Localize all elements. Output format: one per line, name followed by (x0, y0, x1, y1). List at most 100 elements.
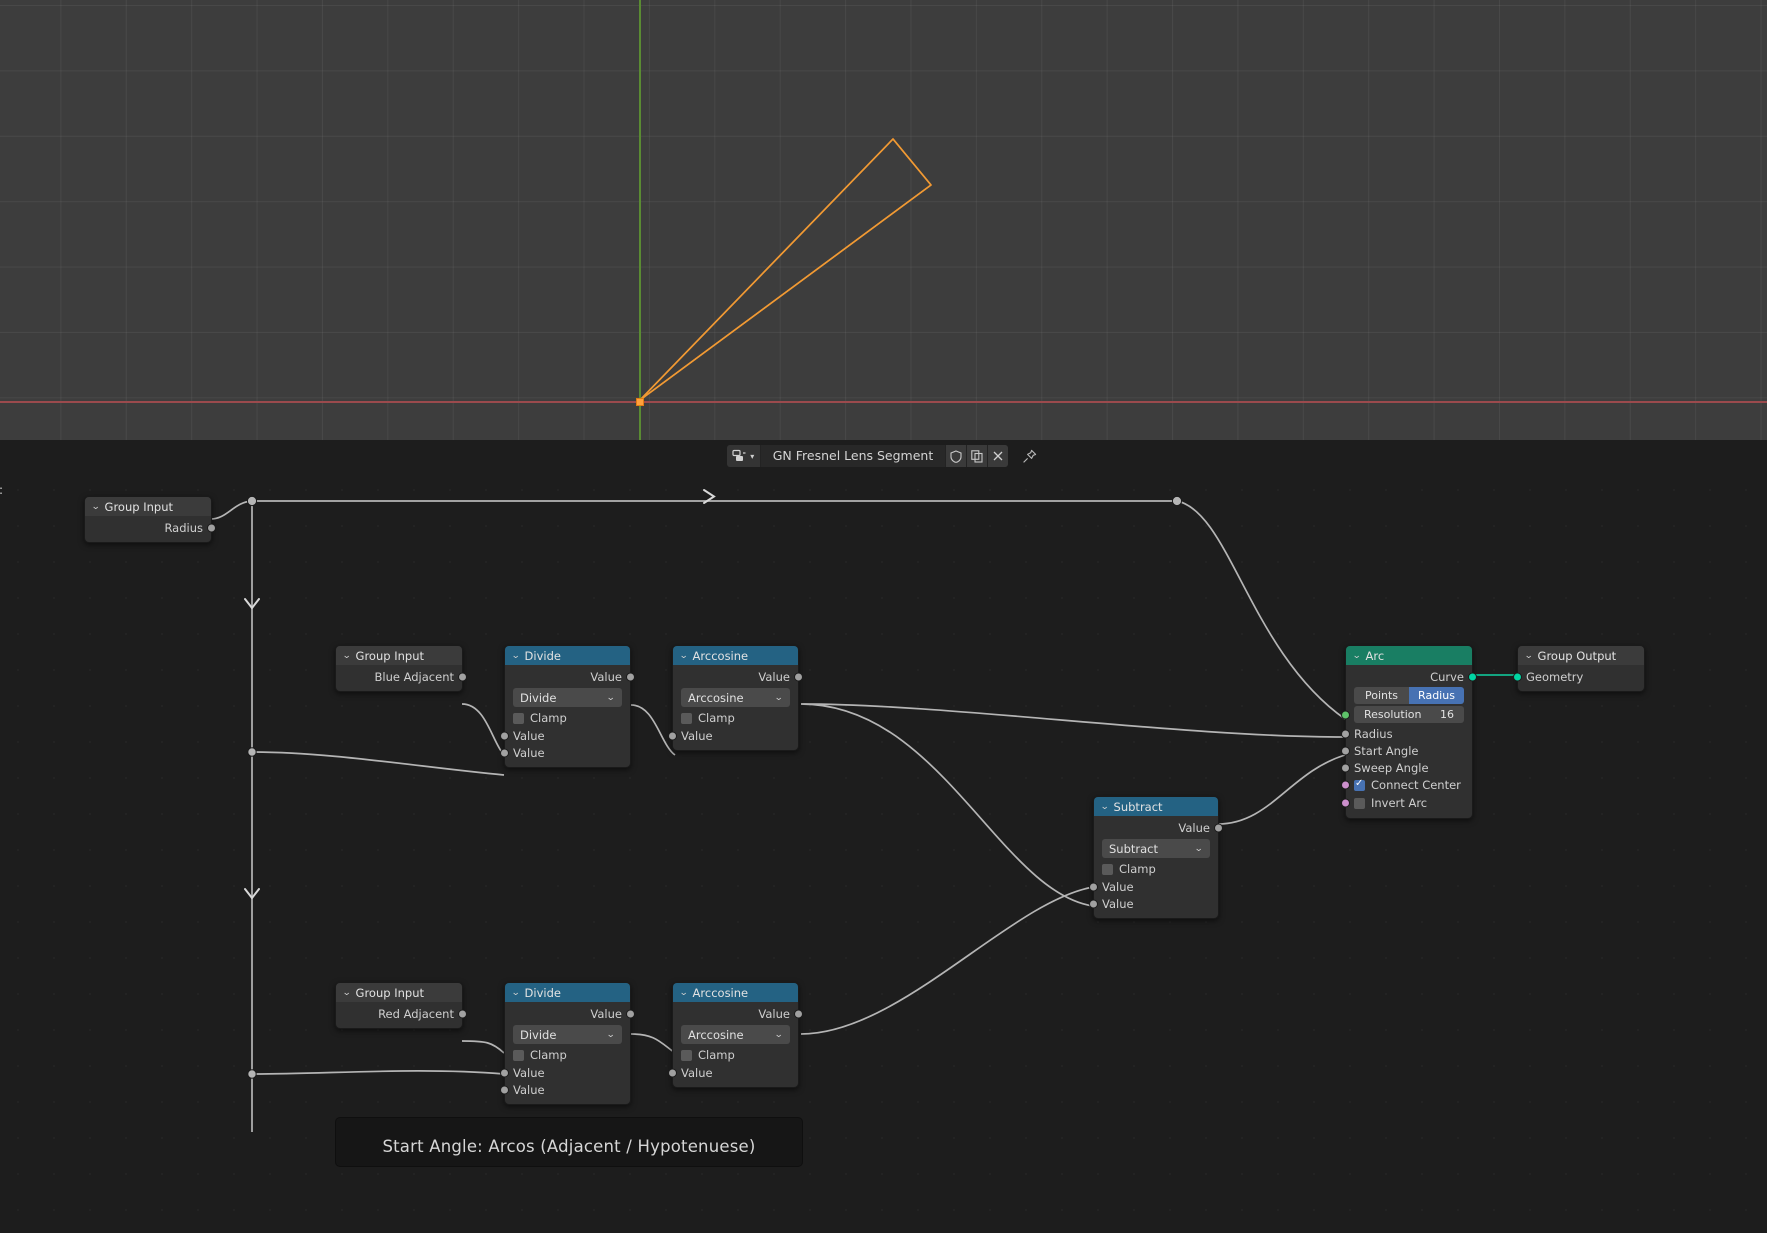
socket-value-a-in[interactable] (668, 731, 677, 740)
node-header[interactable]: ⌄ Arccosine (673, 983, 798, 1002)
node-tree-icon[interactable]: ▾ (726, 445, 761, 467)
invert-arc-checkbox[interactable] (1354, 797, 1365, 809)
clamp-checkbox[interactable] (681, 1049, 692, 1061)
pin-icon[interactable] (1018, 445, 1040, 467)
chevron-down-icon[interactable]: ⌄ (511, 651, 520, 661)
node-group-input-blue-adjacent[interactable]: ⌄ Group Input Blue Adjacent (335, 645, 467, 692)
connect-center-checkbox[interactable] (1354, 778, 1365, 791)
node-header[interactable]: ⌄ Divide (505, 983, 630, 1002)
socket-value-out[interactable] (794, 1009, 803, 1018)
node-header[interactable]: ⌄ Group Output (1518, 646, 1644, 665)
chevron-down-icon[interactable]: ⌄ (1524, 651, 1533, 661)
clamp-checkbox[interactable] (513, 712, 524, 724)
socket-value-a-in[interactable] (500, 1068, 509, 1077)
socket-value-out[interactable] (1214, 823, 1223, 832)
node-header[interactable]: ⌄ Divide (505, 646, 630, 665)
node-arccosine-sweep[interactable]: ⌄ Arccosine Value Arccosine ⌄ Clamp Valu… (668, 982, 803, 1088)
output-red-adjacent[interactable]: Red Adjacent (336, 1005, 467, 1022)
socket-value-out[interactable] (626, 1009, 635, 1018)
resolution-field[interactable]: Resolution 16 (1341, 706, 1464, 723)
clamp-checkbox[interactable] (1102, 863, 1113, 875)
chevron-down-icon[interactable]: ⌄ (342, 651, 351, 661)
chevron-down-icon[interactable]: ⌄ (607, 693, 616, 703)
clamp-checkbox[interactable] (681, 712, 692, 724)
node-group-input-radius[interactable]: ⌄ Group Input Radius (84, 496, 216, 543)
output-radius[interactable]: Radius (85, 519, 216, 536)
input-geometry[interactable]: Geometry (1513, 668, 1644, 685)
output-value[interactable]: Value (1094, 819, 1223, 836)
clamp-checkbox-row[interactable]: Clamp (673, 709, 798, 727)
input-radius[interactable]: Radius (1341, 725, 1472, 742)
clamp-checkbox[interactable] (513, 1049, 524, 1061)
socket-start-angle-in[interactable] (1341, 746, 1350, 755)
chevron-down-icon[interactable]: ⌄ (1352, 651, 1361, 661)
socket-connect-center-in[interactable] (1341, 780, 1350, 790)
input-sweep-angle[interactable]: Sweep Angle (1341, 759, 1472, 776)
socket-value-out[interactable] (626, 672, 635, 681)
invert-arc-row[interactable]: Invert Arc (1341, 794, 1472, 812)
node-arc[interactable]: ⌄ Arc Curve Points Radius Resolution 16 (1341, 645, 1477, 819)
chevron-down-icon[interactable]: ⌄ (1195, 844, 1204, 854)
node-header[interactable]: ⌄ Arccosine (673, 646, 798, 665)
socket-sweep-angle-in[interactable] (1341, 763, 1350, 772)
socket-radius-in[interactable] (1341, 729, 1350, 738)
input-value-a[interactable]: Value (1089, 878, 1218, 895)
output-value[interactable]: Value (505, 1005, 635, 1022)
input-start-angle[interactable]: Start Angle (1341, 742, 1472, 759)
clamp-checkbox-row[interactable]: Clamp (505, 1046, 630, 1064)
operation-dropdown[interactable]: Divide ⌄ (513, 688, 622, 707)
chevron-down-icon[interactable]: ⌄ (775, 693, 784, 703)
socket-blue-adjacent-out[interactable] (458, 672, 467, 681)
output-value[interactable]: Value (673, 668, 803, 685)
resolution-value[interactable]: 16 (1440, 708, 1454, 721)
input-value-b[interactable]: Value (500, 1081, 630, 1098)
input-value-a[interactable]: Value (500, 1064, 630, 1081)
arc-mode-tab-radius[interactable]: Radius (1409, 687, 1464, 704)
arc-mode-tab-points[interactable]: Points (1354, 687, 1409, 704)
input-value-a[interactable]: Value (668, 727, 798, 744)
fake-user-shield-icon[interactable] (945, 445, 967, 467)
chevron-down-icon[interactable]: ⌄ (679, 988, 688, 998)
chevron-down-icon[interactable]: ⌄ (607, 1030, 616, 1040)
socket-value-b-in[interactable] (500, 1085, 509, 1094)
chevron-down-icon[interactable]: ⌄ (511, 988, 520, 998)
operation-dropdown[interactable]: Arccosine ⌄ (681, 688, 790, 707)
node-group-output[interactable]: ⌄ Group Output Geometry (1513, 645, 1645, 692)
clamp-checkbox-row[interactable]: Clamp (673, 1046, 798, 1064)
clamp-checkbox-row[interactable]: Clamp (505, 709, 630, 727)
node-tree-datablock[interactable]: ▾ GN Fresnel Lens Segment (726, 445, 1009, 467)
socket-invert-arc-in[interactable] (1341, 798, 1350, 808)
socket-red-adjacent-out[interactable] (458, 1009, 467, 1018)
node-divide-start[interactable]: ⌄ Divide Value Divide ⌄ Clamp Value Valu… (500, 645, 635, 768)
node-group-input-red-adjacent[interactable]: ⌄ Group Input Red Adjacent (335, 982, 467, 1029)
geometry-node-editor[interactable]: : Start Angle: Arcos (Adjacent / Hypoten… (0, 472, 1767, 1233)
output-blue-adjacent[interactable]: Blue Adjacent (336, 668, 467, 685)
chevron-down-icon[interactable]: ⌄ (679, 651, 688, 661)
new-copy-icon[interactable] (966, 445, 988, 467)
node-header[interactable]: ⌄ Subtract (1094, 797, 1218, 816)
operation-dropdown[interactable]: Arccosine ⌄ (681, 1025, 790, 1044)
node-tree-name-field[interactable]: GN Fresnel Lens Segment (760, 445, 946, 467)
node-header[interactable]: ⌄ Arc (1346, 646, 1472, 665)
input-value-b[interactable]: Value (1089, 895, 1218, 912)
socket-value-a-in[interactable] (500, 731, 509, 740)
input-value-a[interactable]: Value (668, 1064, 798, 1081)
output-curve[interactable]: Curve (1346, 668, 1477, 685)
node-header[interactable]: ⌄ Group Input (336, 983, 462, 1002)
chevron-down-icon[interactable]: ⌄ (1100, 802, 1109, 812)
clamp-checkbox-row[interactable]: Clamp (1094, 860, 1218, 878)
input-value-b[interactable]: Value (500, 744, 630, 761)
node-header[interactable]: ⌄ Group Input (336, 646, 462, 665)
socket-value-b-in[interactable] (500, 748, 509, 757)
socket-curve-out[interactable] (1468, 672, 1477, 681)
output-value[interactable]: Value (673, 1005, 803, 1022)
socket-geometry-in[interactable] (1513, 672, 1522, 681)
operation-dropdown[interactable]: Subtract ⌄ (1102, 839, 1210, 858)
chevron-down-icon[interactable]: ⌄ (91, 502, 100, 512)
socket-radius-out[interactable] (207, 523, 216, 532)
viewport-3d[interactable] (0, 0, 1767, 440)
connect-center-row[interactable]: Connect Center (1341, 776, 1472, 794)
socket-value-out[interactable] (794, 672, 803, 681)
chevron-down-icon[interactable]: ⌄ (342, 988, 351, 998)
chevron-down-icon[interactable]: ⌄ (775, 1030, 784, 1040)
